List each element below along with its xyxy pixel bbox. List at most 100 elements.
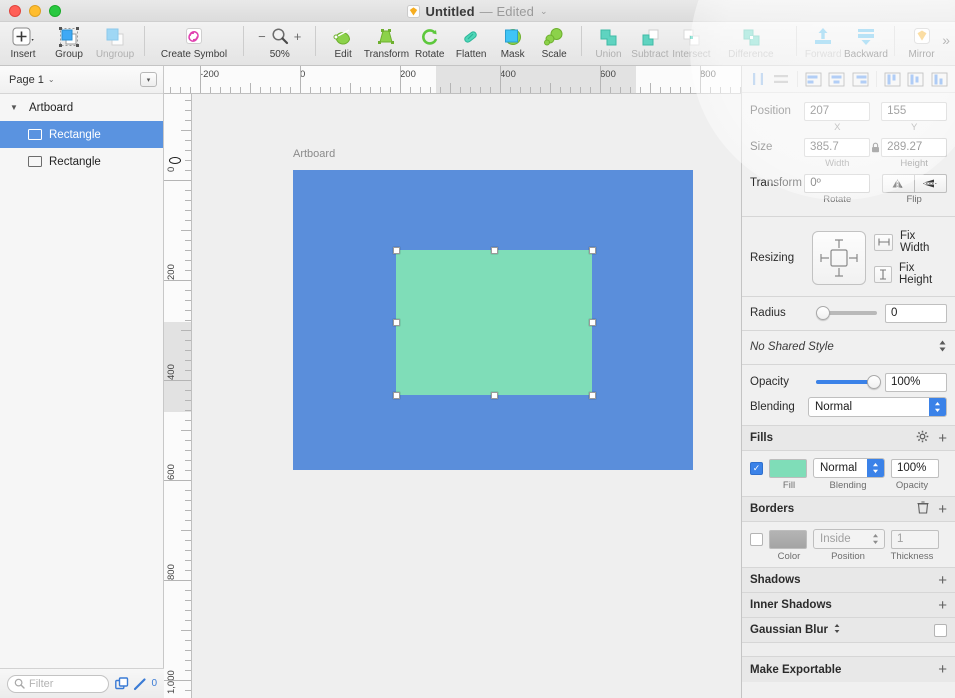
toolbar-button-forward[interactable]: Forward	[803, 22, 844, 66]
gear-icon[interactable]	[916, 430, 929, 446]
zoom-button[interactable]	[49, 4, 61, 17]
inner-shadows-add-button[interactable]: +	[938, 598, 947, 613]
align-top-icon[interactable]	[882, 70, 903, 89]
shadows-header[interactable]: Shadows +	[742, 568, 955, 593]
fix-width-option[interactable]: Fix Width	[874, 230, 947, 254]
resize-handle[interactable]	[588, 391, 596, 399]
toolbar-button-union[interactable]: Union	[588, 22, 629, 66]
filter-input[interactable]: Filter	[7, 674, 110, 693]
radius-input[interactable]: 0	[885, 303, 947, 323]
resize-handle[interactable]	[392, 319, 400, 326]
toolbar-button-mask[interactable]: Mask	[492, 22, 533, 66]
disclosure-triangle-icon[interactable]: ▼	[6, 103, 22, 112]
fills-add-button[interactable]: +	[938, 431, 947, 446]
resize-handle[interactable]	[392, 246, 400, 254]
trash-icon[interactable]	[917, 501, 929, 517]
make-exportable-header[interactable]: Make Exportable +	[742, 657, 955, 682]
position-y-input[interactable]: 155	[881, 101, 948, 121]
resize-handle[interactable]	[490, 246, 498, 254]
toolbar-button-scale[interactable]: Scale	[533, 22, 574, 66]
border-enabled-checkbox[interactable]	[750, 532, 763, 546]
toolbar-button-intersect[interactable]: Intersect	[671, 22, 712, 66]
toolbar-button-subtract[interactable]: Subtract	[629, 22, 670, 66]
border-color-swatch[interactable]	[769, 529, 807, 549]
fill-color-swatch[interactable]	[769, 458, 807, 478]
stepper-icon[interactable]	[938, 339, 947, 356]
zoom-out-button[interactable]: −	[258, 30, 266, 43]
align-bottom-icon[interactable]	[929, 70, 950, 89]
distribute-vertically-icon[interactable]	[770, 70, 791, 89]
blur-type-stepper-icon[interactable]	[833, 623, 841, 637]
blending-select[interactable]: Normal	[808, 397, 947, 417]
toolbar-button-flatten[interactable]: Flatten	[450, 22, 491, 66]
layer-row-artboard[interactable]: ▼ Artboard	[0, 94, 163, 121]
fix-height-option[interactable]: Fix Height	[874, 262, 947, 286]
resize-handle[interactable]	[588, 246, 596, 254]
radius-slider-knob[interactable]	[816, 306, 830, 320]
design-canvas[interactable]: Artboard	[192, 94, 741, 698]
toolbar-zoom-control[interactable]: − + 50%	[250, 22, 309, 66]
gaussian-blur-checkbox[interactable]	[934, 623, 947, 637]
lock-icon[interactable]	[870, 142, 881, 153]
layer-row-rectangle-selected[interactable]: Rectangle	[0, 121, 163, 148]
opacity-slider[interactable]	[816, 375, 881, 389]
ruler-origin-marker[interactable]	[169, 157, 181, 164]
toolbar-button-difference[interactable]: Difference	[712, 22, 790, 66]
flip-vertical-icon[interactable]	[913, 173, 947, 193]
artboard-label[interactable]: Artboard	[293, 148, 335, 160]
size-height-input[interactable]: 289.27	[881, 137, 948, 157]
rotate-input[interactable]: 0º	[804, 173, 871, 193]
distribute-horizontally-icon[interactable]	[747, 70, 768, 89]
close-button[interactable]	[9, 4, 21, 17]
chevron-down-icon[interactable]: ⌄	[48, 75, 55, 84]
resize-handle[interactable]	[490, 391, 498, 399]
opacity-input[interactable]: 100%	[885, 372, 947, 392]
radius-slider[interactable]	[816, 306, 877, 320]
layer-row-rectangle[interactable]: Rectangle	[0, 148, 163, 175]
zoom-in-button[interactable]: +	[294, 30, 302, 43]
toolbar-button-create-symbol[interactable]: Create Symbol	[151, 22, 237, 66]
align-center-icon[interactable]	[826, 70, 847, 89]
toolbar-button-edit[interactable]: Edit	[322, 22, 363, 66]
magnifier-icon[interactable]	[271, 27, 289, 48]
fill-blending-select[interactable]: Normal	[813, 458, 885, 478]
size-width-input[interactable]: 385.7	[803, 137, 870, 157]
toolbar-button-transform[interactable]: Transform	[364, 22, 409, 66]
border-position-select[interactable]: Inside	[813, 529, 885, 549]
toolbar-button-insert[interactable]: Insert	[0, 22, 46, 66]
shadows-add-button[interactable]: +	[938, 573, 947, 588]
resize-handle[interactable]	[588, 319, 596, 326]
make-exportable-add-button[interactable]: +	[938, 662, 947, 677]
position-x-input[interactable]: 207	[803, 101, 870, 121]
page-menu-button[interactable]: ▾	[140, 72, 157, 87]
fill-enabled-checkbox[interactable]: ✓	[750, 461, 763, 475]
opacity-slider-knob[interactable]	[867, 375, 881, 389]
selected-rectangle-shape[interactable]	[396, 250, 592, 395]
align-middle-icon[interactable]	[905, 70, 926, 89]
shared-style-row[interactable]: No Shared Style	[742, 334, 955, 360]
title-chevron-down-icon[interactable]: ⌄	[540, 6, 548, 17]
fill-blending-stepper-icon[interactable]	[867, 459, 884, 477]
align-left-icon[interactable]	[803, 70, 824, 89]
blending-stepper-icon[interactable]	[929, 398, 946, 416]
gaussian-blur-header[interactable]: Gaussian Blur	[742, 618, 955, 643]
border-position-stepper-icon[interactable]	[867, 530, 884, 548]
toolbar-button-rotate[interactable]: Rotate	[409, 22, 450, 66]
vertical-ruler[interactable]: 0 200 400 600 800 1,000	[164, 94, 192, 698]
toolbar-button-group[interactable]: Group	[46, 22, 92, 66]
border-thickness-input[interactable]: 1	[891, 529, 939, 549]
toolbar-button-backward[interactable]: Backward	[844, 22, 888, 66]
toolbar-button-ungroup[interactable]: Ungroup	[92, 22, 138, 66]
toolbar-button-mirror[interactable]: Mirror	[901, 22, 942, 66]
page-selector-bar[interactable]: Page 1 ⌄ ▾	[0, 66, 163, 94]
minimize-button[interactable]	[29, 4, 41, 17]
toolbar-overflow-button[interactable]: »	[942, 32, 950, 48]
horizontal-ruler[interactable]: -200 0 200 400 600 800	[164, 66, 741, 94]
resizing-constraints-icon[interactable]	[812, 231, 867, 285]
fill-opacity-input[interactable]: 100%	[891, 458, 939, 478]
resize-handle[interactable]	[392, 391, 400, 399]
pencil-icon[interactable]	[133, 677, 147, 691]
flip-horizontal-icon[interactable]	[881, 173, 914, 193]
align-right-icon[interactable]	[849, 70, 870, 89]
inner-shadows-header[interactable]: Inner Shadows +	[742, 593, 955, 618]
